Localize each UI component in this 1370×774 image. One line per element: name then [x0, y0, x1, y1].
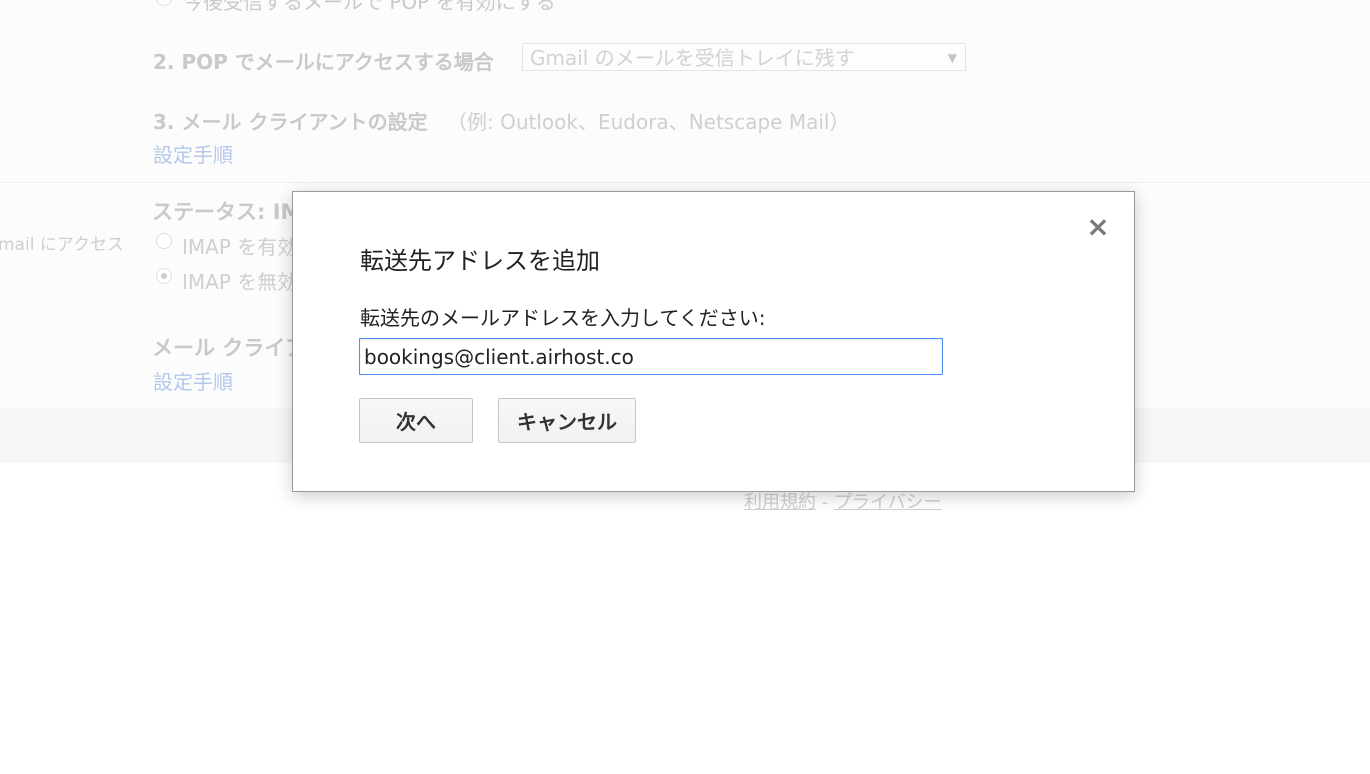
imap-enable-radio[interactable] — [156, 233, 172, 249]
privacy-link[interactable]: プライバシー — [834, 492, 942, 513]
close-icon[interactable]: × — [1086, 213, 1110, 241]
cancel-button[interactable]: キャンセル — [498, 398, 636, 443]
imap-access-side-label: mail にアクセス — [0, 235, 124, 255]
footer-separator: - — [821, 492, 829, 513]
terms-link[interactable]: 利用規約 — [744, 492, 816, 513]
next-button[interactable]: 次へ — [359, 398, 473, 443]
pop-enable-future-label: 今後受信するメールで POP を有効にする — [183, 0, 556, 14]
imap-disable-radio[interactable] — [156, 268, 172, 284]
client-settings-label: 3. メール クライアントの設定 — [153, 110, 428, 134]
pop-access-select-value: Gmail のメールを受信トレイに残す — [530, 46, 855, 70]
forwarding-email-input[interactable] — [359, 338, 943, 375]
pop-setup-instructions-link[interactable]: 設定手順 — [153, 139, 233, 168]
imap-client-label: メール クライア — [152, 336, 307, 360]
email-prompt-label: 転送先のメールアドレスを入力してください: — [360, 306, 766, 330]
dialog-title: 転送先アドレスを追加 — [360, 247, 600, 275]
imap-enable-label: IMAP を有効 — [182, 235, 298, 259]
chevron-down-icon: ▼ — [947, 51, 957, 65]
imap-disable-label: IMAP を無効 — [182, 270, 298, 294]
pop-access-select[interactable]: Gmail のメールを受信トレイに残す ▼ — [522, 43, 966, 71]
imap-setup-instructions-link[interactable]: 設定手順 — [153, 366, 233, 395]
client-settings-examples: （例: Outlook、Eudora、Netscape Mail） — [447, 110, 850, 134]
add-forwarding-address-dialog: 転送先アドレスを追加 × 転送先のメールアドレスを入力してください: 次へ キャ… — [292, 191, 1135, 492]
pop-access-label: 2. POP でメールにアクセスする場合 — [153, 50, 494, 74]
imap-status-label: ステータス: IM — [152, 200, 302, 224]
